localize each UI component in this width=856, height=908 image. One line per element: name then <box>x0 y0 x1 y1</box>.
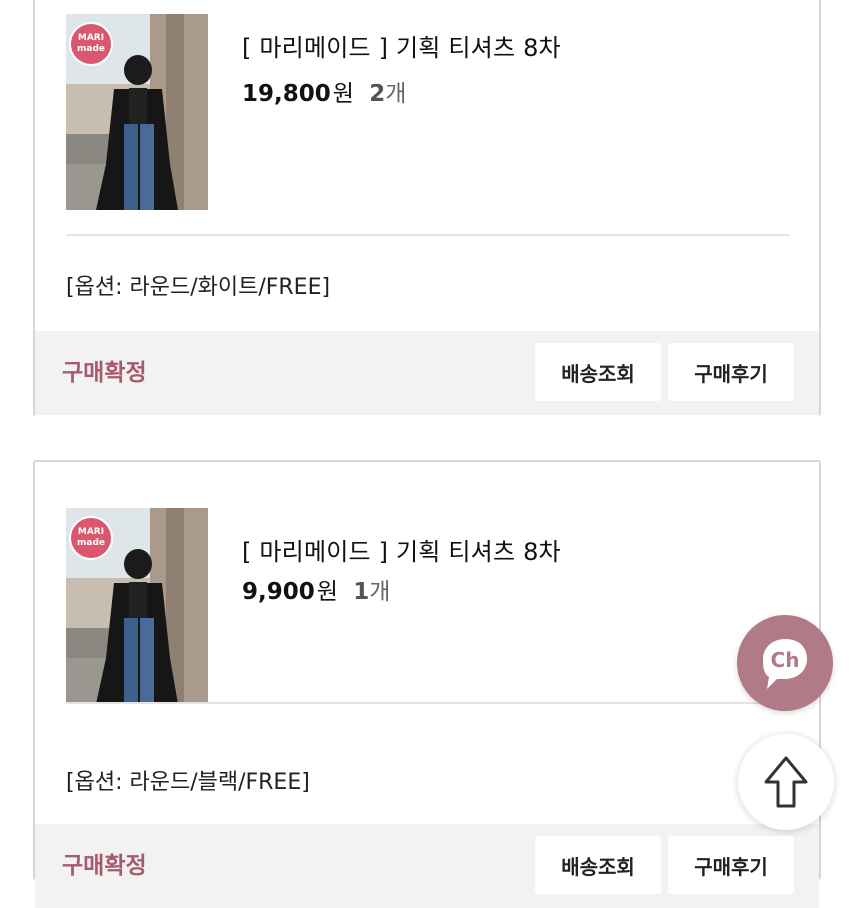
option-text: [옵션: 라운드/블랙/FREE] <box>66 770 310 795</box>
product-title[interactable]: [ 마리메이드 ] 기획 티셔츠 8차 <box>242 532 561 567</box>
option-text: [옵션: 라운드/화이트/FREE] <box>66 275 331 300</box>
brand-badge: MARI made <box>69 22 113 66</box>
quantity-value: 2 <box>369 81 386 107</box>
order-action-bar: 구매확정 배송조회 구매후기 <box>35 331 819 415</box>
brand-badge: MARI made <box>69 516 113 560</box>
chat-button[interactable]: Ch <box>737 615 833 711</box>
order-status: 구매확정 <box>62 360 147 386</box>
order-status: 구매확정 <box>62 853 147 879</box>
divider <box>66 702 790 704</box>
order-card: MARI made [ 마리메이드 ] 기획 티셔츠 8차 19,800원 2개… <box>33 0 821 416</box>
track-delivery-button[interactable]: 배송조회 <box>535 343 661 401</box>
quantity-value: 1 <box>353 579 370 605</box>
scroll-top-button[interactable] <box>738 734 834 830</box>
track-delivery-button[interactable]: 배송조회 <box>535 836 661 894</box>
quantity-unit: 개 <box>369 579 391 605</box>
price-value: 19,800 <box>242 81 331 107</box>
order-action-bar: 구매확정 배송조회 구매후기 <box>35 824 819 908</box>
arrow-up-icon <box>764 756 808 808</box>
write-review-button[interactable]: 구매후기 <box>668 836 794 894</box>
price-line: 19,800원 2개 <box>242 74 406 108</box>
brand-badge-text: MARI made <box>77 527 105 548</box>
product-title[interactable]: [ 마리메이드 ] 기획 티셔츠 8차 <box>242 28 561 63</box>
brand-badge-text: MARI made <box>77 33 105 54</box>
price-line: 9,900원 1개 <box>242 572 390 606</box>
price-value: 9,900 <box>242 579 315 605</box>
divider <box>66 234 790 236</box>
chat-button-label: Ch <box>770 648 800 672</box>
product-thumbnail[interactable]: MARI made <box>66 508 208 704</box>
product-thumbnail[interactable]: MARI made <box>66 14 208 210</box>
currency-label: 원 <box>316 579 338 605</box>
order-card: MARI made [ 마리메이드 ] 기획 티셔츠 8차 9,900원 1개 … <box>33 460 821 908</box>
currency-label: 원 <box>332 81 354 107</box>
write-review-button[interactable]: 구매후기 <box>668 343 794 401</box>
quantity-unit: 개 <box>385 81 407 107</box>
